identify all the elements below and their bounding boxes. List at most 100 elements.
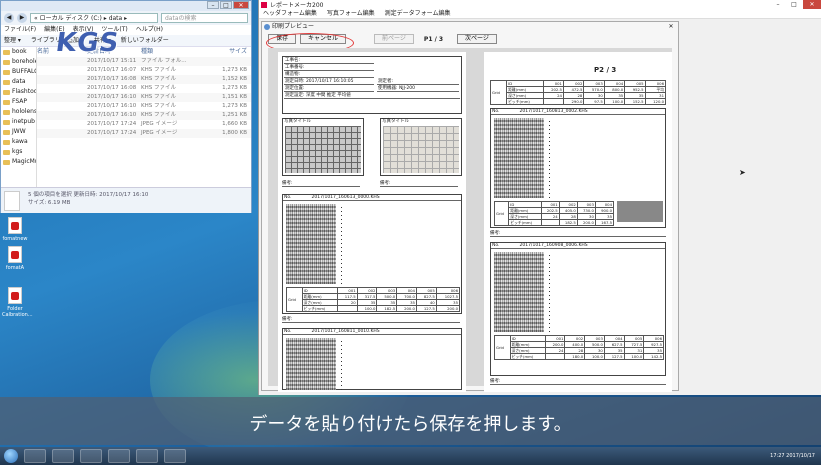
video-caption: データを貼り付けたら保存を押します。 — [249, 414, 572, 435]
organize-button[interactable]: 整理 ▾ — [4, 35, 21, 46]
table-cell: 182.5 — [558, 219, 578, 226]
tree-item[interactable]: kawa — [1, 137, 36, 147]
menu-photo-form[interactable]: 写真フォーム編集 — [327, 9, 375, 18]
file-cell-type: KHS ファイル — [141, 67, 176, 73]
tree-label: kgs — [12, 148, 23, 155]
taskbar-clock[interactable]: 17:27 2017/10/17 — [770, 453, 821, 459]
table-cell: 182.5 — [376, 305, 398, 312]
scan-no: No. — [492, 109, 500, 114]
tree-item[interactable]: JWW — [1, 127, 36, 137]
folder-icon — [3, 139, 10, 145]
address-bar[interactable]: « ローカル ディスク (C:) ▸ data ▸ — [30, 13, 158, 23]
menu-measure-form[interactable]: 測定データフォーム編集 — [385, 9, 451, 18]
column-size[interactable]: サイズ — [199, 47, 251, 57]
folder-icon — [3, 99, 10, 105]
new-folder-button[interactable]: 新しいフォルダー — [121, 35, 169, 46]
minimize-icon[interactable]: – — [771, 0, 785, 9]
measure-table: Grid ID 001 002 003 004 005 006 距離(mm) 200.0 400.0… — [494, 335, 664, 360]
photo-title: 写真タイトル — [382, 119, 409, 124]
table-cell: 127.5 — [603, 353, 625, 360]
photo-box-2[interactable]: 写真タイトル — [380, 118, 462, 176]
file-row[interactable]: 2017/10/17 15:11 ファイル フォル... — [37, 57, 251, 66]
file-row[interactable]: 2017/10/17 16:10 KHS ファイル 1,273 KB — [37, 102, 251, 111]
file-cell-type: ファイル フォル... — [141, 58, 187, 64]
forward-arrow-icon[interactable]: ▶ — [17, 13, 27, 23]
tree-item[interactable]: BUFFALO — [1, 67, 36, 77]
file-row[interactable]: 2017/10/17 16:07 KHS ファイル 1,273 KB — [37, 66, 251, 75]
maximize-icon[interactable]: □ — [220, 1, 232, 9]
table-cell: 127.5 — [415, 305, 437, 312]
folder-icon — [3, 109, 10, 115]
desktop-icon-fomatnew[interactable]: fomatnew — [2, 217, 28, 242]
search-input[interactable]: dataの検索 — [161, 13, 248, 23]
app-title: レポートメーカ200 — [270, 2, 324, 9]
tree-item[interactable]: borehole — [1, 57, 36, 67]
file-row[interactable]: 2017/10/17 16:10 KHS ファイル 1,251 KB — [37, 111, 251, 120]
desktop-icon-label: fomatA — [5, 265, 25, 271]
back-arrow-icon[interactable]: ◀ — [4, 13, 14, 23]
desktop-icon-folder-calbration[interactable]: Folder Calbration... — [2, 287, 33, 318]
close-icon[interactable]: ✕ — [803, 0, 821, 9]
menu-file[interactable]: ファイル(F) — [4, 25, 36, 35]
tree-item[interactable]: data — [1, 77, 36, 87]
table-cell — [542, 98, 564, 105]
file-cell-size: 1,152 KB — [222, 76, 247, 82]
close-icon[interactable]: ✕ — [666, 23, 676, 31]
file-cell-date: 2017/10/17 17:24 — [87, 130, 137, 136]
table-cell: 167.5 — [594, 219, 615, 226]
tree-item[interactable]: inetpub — [1, 117, 36, 127]
preview-title: 印刷プレビュー — [262, 22, 678, 32]
tree-item[interactable]: MagicMusMini — [1, 157, 36, 167]
tree-item[interactable]: FSAP — [1, 97, 36, 107]
file-row[interactable]: 2017/10/17 17:24 JPEG イメージ 1,660 KB — [37, 120, 251, 129]
table-side-label: Grid — [286, 287, 303, 312]
scan-header: No. 2017/1017_160908_0006.KHS — [491, 243, 665, 249]
file-row[interactable]: 2017/10/17 16:08 KHS ファイル 1,152 KB — [37, 75, 251, 84]
column-type[interactable]: 種類 — [141, 47, 199, 57]
table-side-label: Grid — [489, 80, 508, 105]
menu-help[interactable]: ヘルプ(H) — [136, 25, 163, 35]
depth-scale — [549, 252, 550, 332]
folder-icon — [3, 159, 10, 165]
file-cell-name — [37, 84, 85, 93]
photo-box-1[interactable]: 写真タイトル — [282, 118, 364, 176]
taskbar-button[interactable] — [164, 449, 186, 463]
tree-item[interactable]: kgs — [1, 147, 36, 157]
prev-page-button[interactable]: 前ページ — [374, 34, 414, 44]
radar-image — [494, 252, 544, 332]
tree-item[interactable]: Flashtool — [1, 87, 36, 97]
table-row: ピッチ(mm) 180.0 100.0 127.5 100.0 142.5 — [495, 353, 664, 360]
close-icon[interactable]: ✕ — [233, 1, 249, 9]
taskbar-button[interactable] — [136, 449, 158, 463]
file-cell-size: 1,800 KB — [222, 130, 247, 136]
folder-icon — [3, 49, 10, 55]
table-side-label: Grid — [493, 201, 510, 226]
scan-header: No. 2017/1017_160813_0002.KHS — [491, 109, 665, 115]
tree-item[interactable]: hololens — [1, 107, 36, 117]
file-cell-name — [37, 102, 85, 111]
file-row[interactable]: 2017/10/17 16:08 KHS ファイル 1,273 KB — [37, 84, 251, 93]
tree-item[interactable]: book — [1, 47, 36, 57]
file-cell-size: 1,151 KB — [222, 94, 247, 100]
start-button[interactable] — [4, 449, 18, 463]
file-row[interactable]: 2017/10/17 16:10 KHS ファイル 1,151 KB — [37, 93, 251, 102]
table-row: ピッチ(mm) 100.0 182.5 200.0 127.5 200.0 — [287, 305, 461, 312]
scan-no: No. — [284, 195, 292, 200]
table-row: ピッチ(mm) 182.5 200.0 167.5 — [495, 219, 615, 226]
file-thumbnail-icon — [4, 191, 20, 211]
maximize-icon[interactable]: □ — [787, 0, 801, 9]
desktop-icon-fomatA[interactable]: fomatA — [2, 246, 28, 271]
table-cell — [336, 305, 358, 312]
taskbar-button[interactable] — [108, 449, 130, 463]
file-cell-type: JPEG イメージ — [141, 130, 178, 136]
file-cell-name — [37, 57, 85, 66]
taskbar-button[interactable] — [52, 449, 74, 463]
file-cell-type: KHS ファイル — [141, 76, 176, 82]
minimize-icon[interactable]: – — [207, 1, 219, 9]
taskbar-button[interactable] — [24, 449, 46, 463]
file-row[interactable]: 2017/10/17 17:24 JPEG イメージ 1,800 KB — [37, 129, 251, 138]
menu-header-form[interactable]: ヘッダフォーム編集 — [263, 9, 317, 18]
next-page-button[interactable]: 次ページ — [457, 34, 497, 44]
scan-block-3: No. 2017/1017_160813_0002.KHS Grid ID 001 0… — [490, 108, 666, 228]
taskbar-button[interactable] — [80, 449, 102, 463]
